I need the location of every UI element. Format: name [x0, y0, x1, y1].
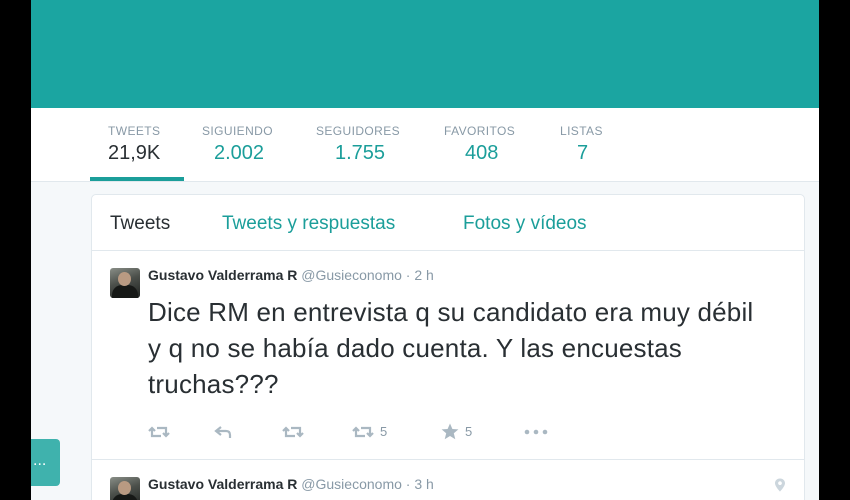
side-more-button[interactable]: ... — [31, 439, 60, 486]
tweet-item[interactable]: Gustavo Valderrama R @Gusieconomo · 2 h … — [92, 251, 804, 460]
stat-favoritos[interactable]: FAVORITOS 408 — [444, 124, 515, 180]
tweet-author-name[interactable]: Gustavo Valderrama R — [148, 476, 297, 492]
star-icon — [441, 423, 459, 440]
tweet-timestamp[interactable]: 2 h — [414, 267, 433, 283]
retweet-count-button[interactable]: 5 — [352, 421, 387, 441]
reply-button[interactable] — [214, 421, 232, 441]
stat-seguidores-value: 1.755 — [335, 142, 386, 164]
tab-tweets[interactable]: Tweets — [110, 213, 170, 235]
tweet-header: Gustavo Valderrama R @Gusieconomo · 2 h — [148, 266, 434, 284]
avatar[interactable] — [110, 268, 140, 298]
stat-tweets[interactable]: TWEETS 21,9K — [90, 124, 184, 181]
stat-siguiendo-value: 2.002 — [214, 142, 265, 164]
retweet-icon — [352, 426, 374, 438]
profile-page: TWEETS 21,9K SIGUIENDO 2.002 SEGUIDORES … — [31, 0, 819, 500]
location-pin-icon[interactable] — [774, 478, 786, 492]
stat-siguiendo-label: SIGUIENDO — [202, 124, 273, 138]
tweet-author-name[interactable]: Gustavo Valderrama R — [148, 267, 297, 283]
stat-tweets-value: 21,9K — [108, 142, 161, 164]
tweet-author-handle[interactable]: @Gusieconomo — [301, 476, 402, 492]
stat-listas[interactable]: LISTAS 7 — [560, 124, 603, 180]
retweet-button[interactable] — [282, 421, 304, 441]
favorite-count: 5 — [465, 423, 473, 439]
retweet-icon — [148, 426, 170, 438]
tweet-text: Dice RM en entrevista q su candidato era… — [148, 297, 754, 399]
stat-seguidores[interactable]: SEGUIDORES 1.755 — [316, 124, 400, 180]
timeline-card: Tweets Tweets y respuestas Fotos y vídeo… — [91, 194, 805, 500]
profile-banner — [31, 0, 819, 108]
stat-listas-value: 7 — [577, 142, 589, 164]
tab-tweets-y-respuestas[interactable]: Tweets y respuestas — [222, 213, 395, 235]
stat-listas-label: LISTAS — [560, 124, 603, 138]
retweet-icon — [282, 426, 304, 438]
retweet-count: 5 — [380, 423, 388, 439]
tweet-actions: 5 5 — [148, 421, 568, 441]
stat-seguidores-label: SEGUIDORES — [316, 124, 401, 138]
profile-nav-bar: TWEETS 21,9K SIGUIENDO 2.002 SEGUIDORES … — [31, 108, 819, 182]
tweet-separator: · — [405, 476, 411, 492]
tweet-separator: · — [405, 267, 411, 283]
favorite-button[interactable]: 5 — [441, 421, 472, 441]
stat-tweets-label: TWEETS — [108, 124, 161, 138]
stat-favoritos-value: 408 — [465, 142, 499, 164]
reply-icon — [214, 425, 232, 438]
more-dots-icon — [524, 429, 548, 434]
stat-siguiendo[interactable]: SIGUIENDO 2.002 — [202, 124, 273, 180]
tweet-item[interactable]: Gustavo Valderrama R @Gusieconomo · 3 h — [92, 460, 804, 500]
more-options-button[interactable] — [524, 421, 548, 441]
tweet-header: Gustavo Valderrama R @Gusieconomo · 3 h — [148, 475, 434, 493]
timeline-tabs: Tweets Tweets y respuestas Fotos y vídeo… — [92, 195, 804, 251]
avatar[interactable] — [110, 477, 140, 500]
tweet-timestamp[interactable]: 3 h — [414, 476, 433, 492]
tweet-author-handle[interactable]: @Gusieconomo — [301, 267, 402, 283]
tab-fotos-y-videos[interactable]: Fotos y vídeos — [463, 213, 587, 235]
retweet-with-comment-button[interactable] — [148, 421, 170, 441]
stat-favoritos-label: FAVORITOS — [444, 124, 516, 138]
